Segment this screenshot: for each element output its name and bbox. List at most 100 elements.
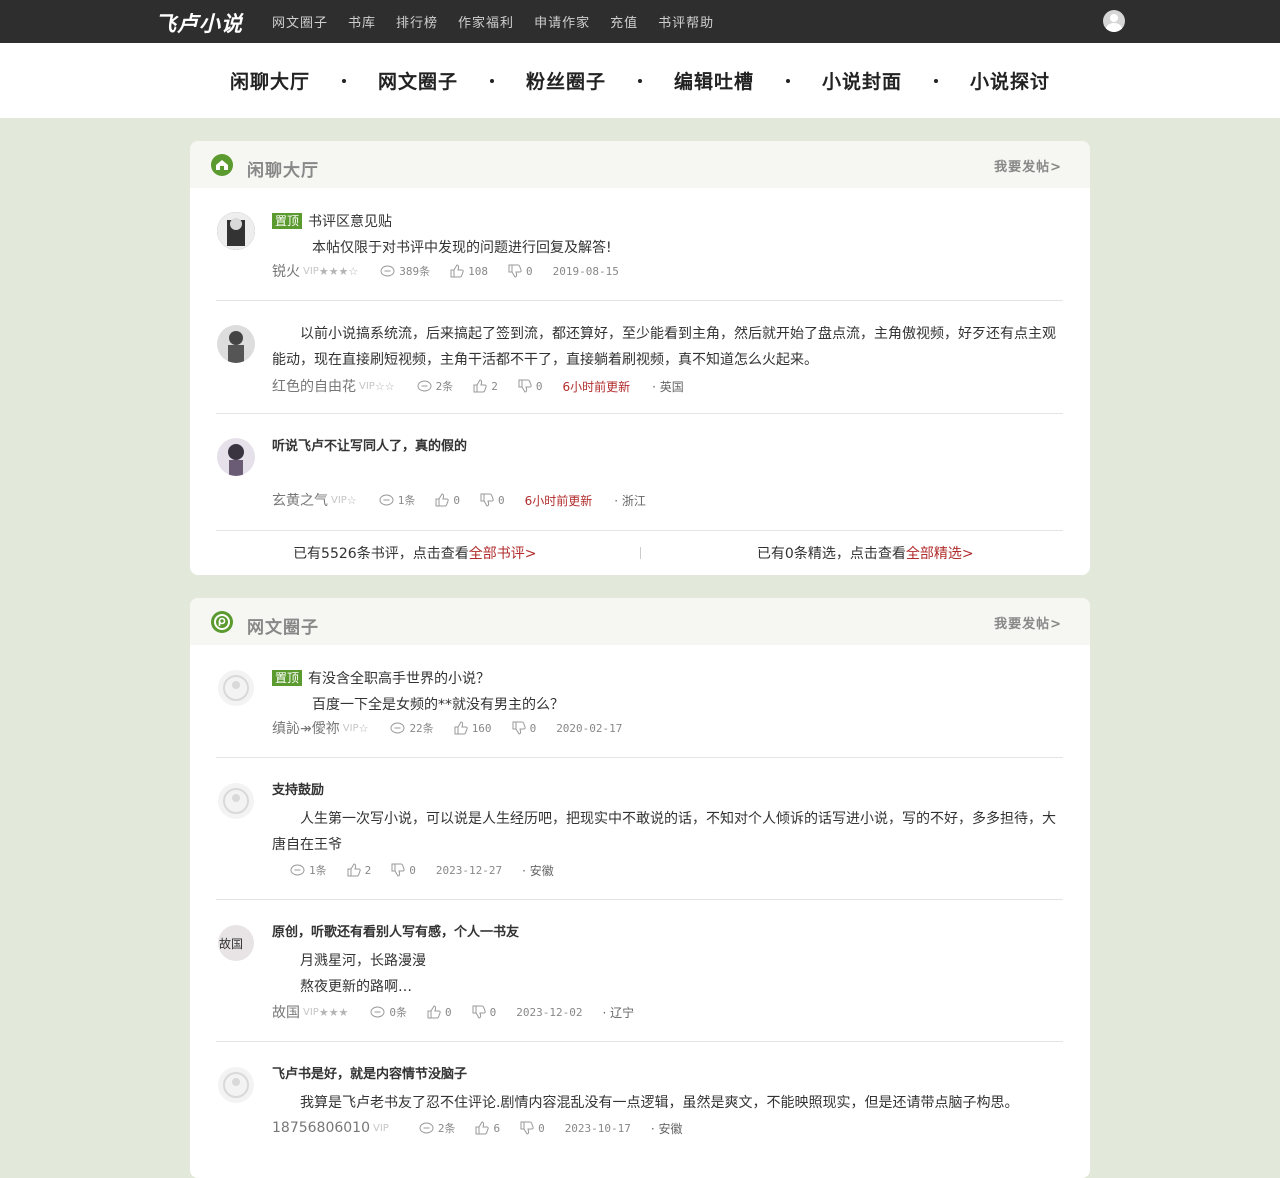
comment-count[interactable]: 1条: [379, 492, 415, 508]
author-name[interactable]: 18756806010: [272, 1120, 370, 1136]
author-name[interactable]: 玄黄之气: [272, 490, 328, 510]
like-count[interactable]: 160: [454, 721, 492, 735]
location: · 安徽: [650, 1121, 683, 1136]
post-date: 2023-12-27: [435, 863, 503, 877]
avatar[interactable]: [217, 212, 255, 250]
avatar[interactable]: [217, 1066, 255, 1104]
dislike-count[interactable]: 0: [391, 863, 416, 877]
featured-summary: 已有0条精选，点击查看全部精选>: [756, 546, 974, 562]
tab-lounge[interactable]: 闲聊大厅: [230, 67, 310, 94]
post-body-line: 熬夜更新的路啊…: [300, 979, 412, 995]
post-title[interactable]: 支持鼓励: [272, 778, 1063, 804]
like-count[interactable]: 0: [427, 1005, 452, 1019]
dislike-count[interactable]: 0: [518, 379, 542, 393]
nav-item-review-help[interactable]: 书评帮助: [658, 12, 714, 31]
author-name[interactable]: 红色的自由花: [272, 376, 356, 396]
nav-item-circles[interactable]: 网文圈子: [272, 12, 328, 31]
post-body: 百度一下全是女频的**就没有男主的么？: [312, 697, 564, 713]
user-avatar-icon[interactable]: [1103, 10, 1125, 32]
thumbs-up-icon: [475, 1121, 490, 1135]
dislike-count[interactable]: 0: [508, 264, 533, 278]
tab-circles[interactable]: 网文圈子: [378, 67, 458, 94]
comment-count[interactable]: 389条: [380, 263, 430, 279]
site-logo[interactable]: 飞卢小说: [155, 8, 243, 38]
list-item[interactable]: 以前小说搞系统流，后来搞起了签到流，都还算好，至少能看到主角，然后就开始了盘点流…: [216, 301, 1063, 414]
list-item[interactable]: 故国 原创，听歌还有看别人写有感，个人一书友 月溅星河，长路漫漫 熬夜更新的路啊…: [216, 900, 1063, 1042]
thumbs-up-icon: [450, 264, 464, 278]
comment-count[interactable]: 2条: [417, 378, 453, 394]
lounge-panel: 闲聊大厅 我要发帖> 置顶 书评区意见贴 本帖仅限于对书评中发现的问题进行回复及解…: [190, 141, 1090, 575]
like-count[interactable]: 0: [435, 493, 460, 507]
new-post-link[interactable]: 我要发帖>: [994, 613, 1062, 632]
tab-covers[interactable]: 小说封面: [822, 67, 902, 94]
author-name[interactable]: 故国: [272, 1002, 300, 1022]
dislike-count[interactable]: 0: [520, 1121, 545, 1135]
comment-icon: [379, 494, 394, 505]
author-name[interactable]: 锐火: [272, 261, 300, 281]
post-title[interactable]: 飞卢书是好，就是内容情节没脑子: [272, 1062, 1063, 1088]
dislike-count[interactable]: 0: [480, 493, 505, 507]
avatar[interactable]: [217, 438, 255, 476]
panel-header: 网文圈子 我要发帖>: [190, 598, 1090, 645]
tab-discussion[interactable]: 小说探讨: [970, 67, 1050, 94]
svg-text:故国: 故国: [219, 936, 243, 951]
post-body[interactable]: 以前小说搞系统流，后来搞起了签到流，都还算好，至少能看到主角，然后就开始了盘点流…: [272, 321, 1063, 373]
thumbs-down-icon: [391, 863, 405, 877]
post-title[interactable]: 书评区意见贴: [308, 214, 392, 230]
comment-icon: [390, 722, 405, 733]
list-item[interactable]: 飞卢书是好，就是内容情节没脑子 我算是飞卢老书友了忍不住评论.剧情内容混乱没有一…: [216, 1042, 1063, 1178]
featured-link[interactable]: 全部精选>: [906, 546, 974, 562]
like-count[interactable]: 108: [450, 264, 488, 278]
post-title[interactable]: 听说飞卢不让写同人了，真的假的: [272, 434, 1063, 460]
nav-item-recharge[interactable]: 充值: [610, 12, 638, 31]
comment-icon: [419, 1122, 434, 1133]
like-count[interactable]: 2: [347, 863, 371, 877]
post-title[interactable]: 原创，听歌还有看别人写有感，个人一书友: [272, 920, 1063, 946]
comment-count[interactable]: 1条: [290, 862, 327, 878]
panel-header: 闲聊大厅 我要发帖>: [190, 141, 1090, 188]
list-item[interactable]: 听说飞卢不让写同人了，真的假的 玄黄之气 VIP ☆ 1条 0 0 6小时前更新…: [216, 414, 1063, 531]
updated-label: 6小时前更新: [524, 493, 593, 508]
avatar[interactable]: [217, 325, 255, 363]
location: · 英国: [652, 379, 684, 394]
list-item[interactable]: 置顶 有没含全职高手世界的小说？ 百度一下全是女频的**就没有男主的么？ 缜訫↠僾…: [216, 666, 1063, 758]
avatar[interactable]: [217, 669, 255, 707]
post-meta: 故国 VIP ★★★ 0条 0 0 2023-12-02 · 辽宁: [272, 1002, 1063, 1022]
thumbs-up-icon: [347, 863, 361, 877]
like-count[interactable]: 6: [475, 1121, 500, 1135]
nav-item-apply-author[interactable]: 申请作家: [534, 12, 590, 31]
new-post-link[interactable]: 我要发帖>: [994, 156, 1062, 175]
top-navbar: 飞卢小说 网文圈子 书库 排行榜 作家福利 申请作家 充值 书评帮助: [0, 0, 1280, 43]
dislike-count[interactable]: 0: [512, 721, 536, 735]
post-meta: 18756806010 VIP 2条 6 0 2023-10-17 · 安徽: [272, 1118, 1063, 1138]
post-title[interactable]: 有没含全职高手世界的小说？: [308, 671, 490, 687]
list-item[interactable]: 置顶 书评区意见贴 本帖仅限于对书评中发现的问题进行回复及解答! 锐火 VIP ★…: [216, 209, 1063, 301]
all-reviews-link[interactable]: 全部书评>: [469, 546, 537, 562]
post-meta: 玄黄之气 VIP ☆ 1条 0 0 6小时前更新 · 浙江: [272, 490, 1063, 510]
star-rating: ☆: [358, 721, 369, 735]
post-meta: 锐火 VIP ★★★☆ 389条 108 0 2019-08-15: [272, 261, 1063, 281]
comment-icon: [370, 1006, 385, 1017]
author-name[interactable]: 缜訫↠僾祢: [272, 718, 340, 738]
avatar[interactable]: 故国: [217, 924, 255, 962]
post-body: 我算是飞卢老书友了忍不住评论.剧情内容混乱没有一点逻辑，虽然是爽文，不能映照现实…: [300, 1095, 1019, 1111]
nav-item-author-benefits[interactable]: 作家福利: [458, 12, 514, 31]
nav-item-rankings[interactable]: 排行榜: [396, 12, 438, 31]
comment-count[interactable]: 22条: [390, 720, 434, 736]
post-date: 2023-12-02: [516, 1005, 583, 1019]
dislike-count[interactable]: 0: [472, 1005, 496, 1019]
comment-icon: [417, 380, 432, 391]
list-item[interactable]: 支持鼓励 人生第一次写小说，可以说是人生经历吧，把现实中不敢说的话，不知对个人倾…: [216, 758, 1063, 900]
post-date: 2023-10-17: [564, 1121, 631, 1135]
tab-fans[interactable]: 粉丝圈子: [526, 67, 606, 94]
tab-editor-rants[interactable]: 编辑吐槽: [674, 67, 754, 94]
thumbs-up-icon: [473, 379, 487, 393]
comment-count[interactable]: 0条: [370, 1004, 407, 1020]
avatar[interactable]: [217, 782, 255, 820]
thumbs-down-icon: [518, 379, 532, 393]
comment-count[interactable]: 2条: [419, 1120, 455, 1136]
panel-footer: 已有5526条书评，点击查看全部书评> 已有0条精选，点击查看全部精选>: [190, 531, 1090, 575]
like-count[interactable]: 2: [473, 379, 498, 393]
nav-item-library[interactable]: 书库: [348, 12, 376, 31]
separator-dot: [341, 78, 346, 83]
